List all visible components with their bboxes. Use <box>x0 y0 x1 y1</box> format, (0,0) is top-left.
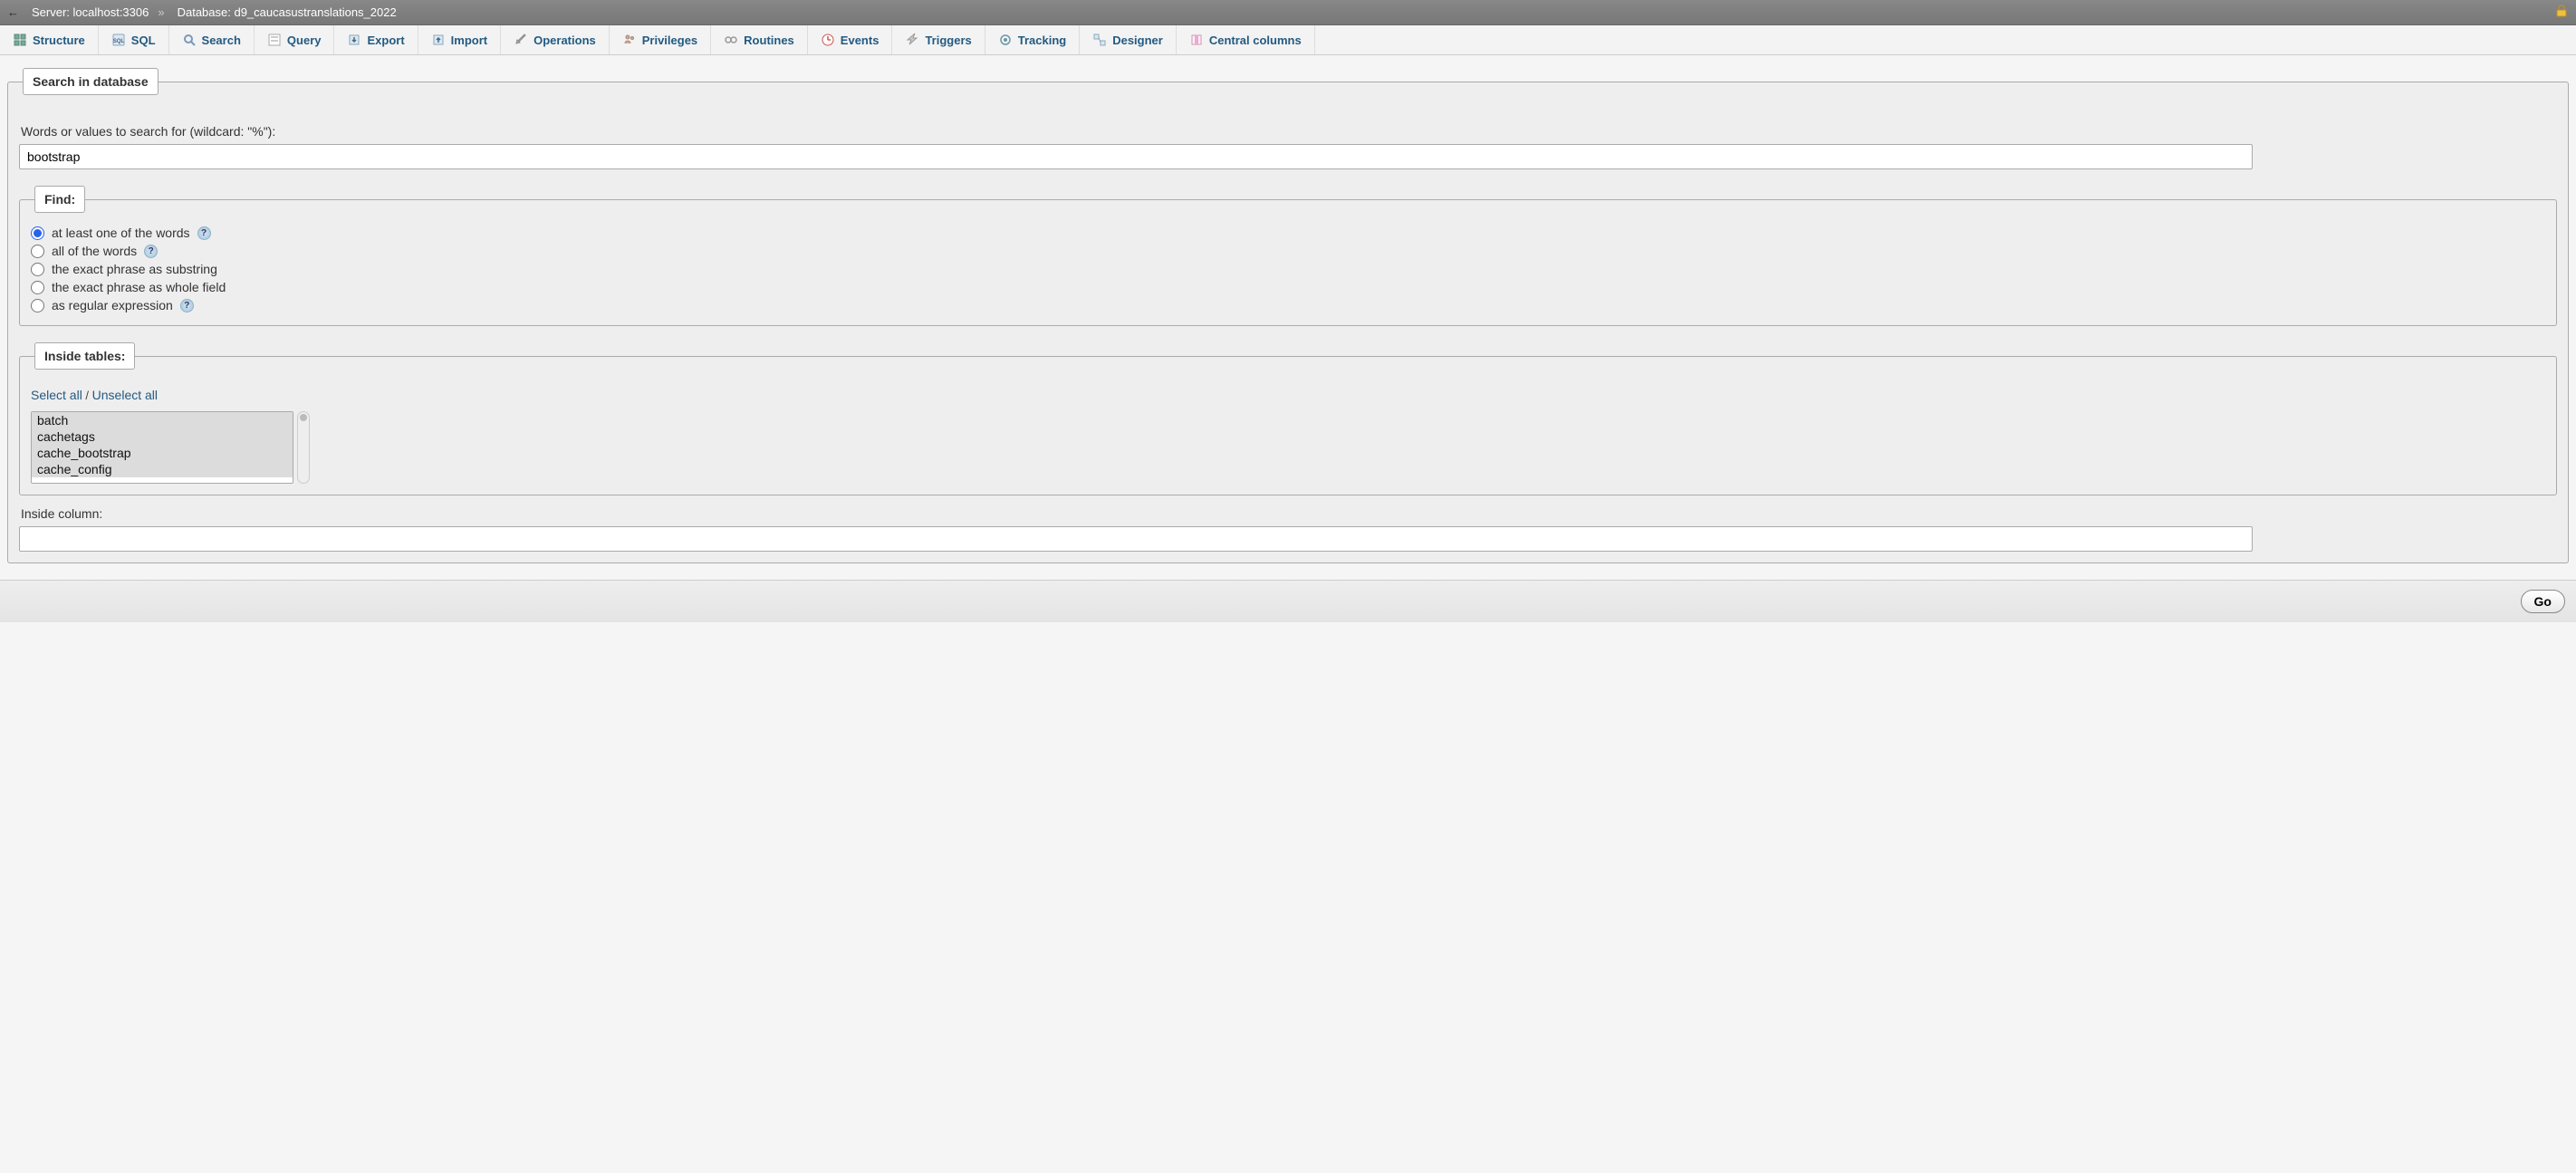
help-icon[interactable]: ? <box>180 299 194 312</box>
find-radio-exact_substring[interactable] <box>31 263 44 276</box>
table-option[interactable]: cache_config <box>32 461 293 477</box>
tables-multiselect[interactable]: batchcachetagscache_bootstrapcache_confi… <box>31 411 293 484</box>
find-option-label: all of the words <box>52 244 137 258</box>
table-option[interactable]: cachetags <box>32 428 293 445</box>
find-radio-at_least_one[interactable] <box>31 226 44 240</box>
tab-events[interactable]: Events <box>808 25 893 54</box>
go-button[interactable]: Go <box>2521 590 2565 613</box>
search-in-database-legend: Search in database <box>23 68 159 95</box>
table-option[interactable]: cache_bootstrap <box>32 445 293 461</box>
words-label: Words or values to search for (wildcard:… <box>21 124 2555 139</box>
breadcrumb-server[interactable]: Server: localhost:3306 <box>28 5 149 19</box>
find-option-label: at least one of the words <box>52 226 190 240</box>
tab-privileges[interactable]: Privileges <box>610 25 711 54</box>
breadcrumb-database[interactable]: Database: d9_caucasustranslations_2022 <box>174 5 397 19</box>
tab-bar: Structure SQLSQL Search Query Export Imp… <box>0 25 2576 55</box>
table-option[interactable]: batch <box>32 412 293 428</box>
tab-sql[interactable]: SQLSQL <box>99 25 169 54</box>
breadcrumb-database-label: Database: d9_caucasustranslations_2022 <box>178 5 397 19</box>
find-option-at_least_one[interactable]: at least one of the words? <box>31 224 2545 242</box>
inside-column-label: Inside column: <box>21 506 2555 521</box>
inside-tables-legend: Inside tables: <box>34 342 135 370</box>
breadcrumb-server-label: Server: localhost:3306 <box>32 5 149 19</box>
svg-text:SQL: SQL <box>113 39 125 44</box>
find-group: Find: at least one of the words?all of t… <box>19 186 2557 326</box>
find-option-regex[interactable]: as regular expression? <box>31 296 2545 314</box>
select-all-link[interactable]: Select all <box>31 388 82 402</box>
find-option-exact_whole[interactable]: the exact phrase as whole field <box>31 278 2545 296</box>
tab-import[interactable]: Import <box>418 25 501 54</box>
lock-icon[interactable] <box>2554 4 2569 21</box>
tab-routines[interactable]: Routines <box>711 25 808 54</box>
find-radio-all_of[interactable] <box>31 245 44 258</box>
find-option-label: as regular expression <box>52 298 173 312</box>
tab-triggers[interactable]: Triggers <box>892 25 985 54</box>
tab-operations[interactable]: Operations <box>501 25 610 54</box>
tab-central-columns[interactable]: Central columns <box>1177 25 1315 54</box>
breadcrumb-bar: ← Server: localhost:3306 » Database: d9_… <box>0 0 2576 25</box>
find-option-all_of[interactable]: all of the words? <box>31 242 2545 260</box>
breadcrumb-separator: » <box>158 5 164 19</box>
find-option-label: the exact phrase as substring <box>52 262 217 276</box>
tab-tracking[interactable]: Tracking <box>985 25 1080 54</box>
find-radio-exact_whole[interactable] <box>31 281 44 294</box>
find-legend: Find: <box>34 186 85 213</box>
find-option-exact_substring[interactable]: the exact phrase as substring <box>31 260 2545 278</box>
find-radio-regex[interactable] <box>31 299 44 312</box>
inside-tables-group: Inside tables: Select all / Unselect all… <box>19 342 2557 495</box>
help-icon[interactable]: ? <box>197 226 211 240</box>
inside-column-input[interactable] <box>19 526 2253 552</box>
search-in-database-group: Search in database Words or values to se… <box>7 68 2569 563</box>
tab-structure[interactable]: Structure <box>0 25 99 54</box>
find-option-label: the exact phrase as whole field <box>52 280 226 294</box>
back-arrow-icon[interactable]: ← <box>7 5 19 19</box>
tab-query[interactable]: Query <box>255 25 335 54</box>
unselect-all-link[interactable]: Unselect all <box>92 388 158 402</box>
scrollbar-thumb[interactable] <box>300 414 307 421</box>
tab-designer[interactable]: Designer <box>1080 25 1177 54</box>
scrollbar[interactable] <box>297 411 310 484</box>
footer-bar: Go <box>0 580 2576 622</box>
help-icon[interactable]: ? <box>144 245 158 258</box>
tab-export[interactable]: Export <box>334 25 418 54</box>
search-words-input[interactable] <box>19 144 2253 169</box>
tab-search[interactable]: Search <box>169 25 255 54</box>
